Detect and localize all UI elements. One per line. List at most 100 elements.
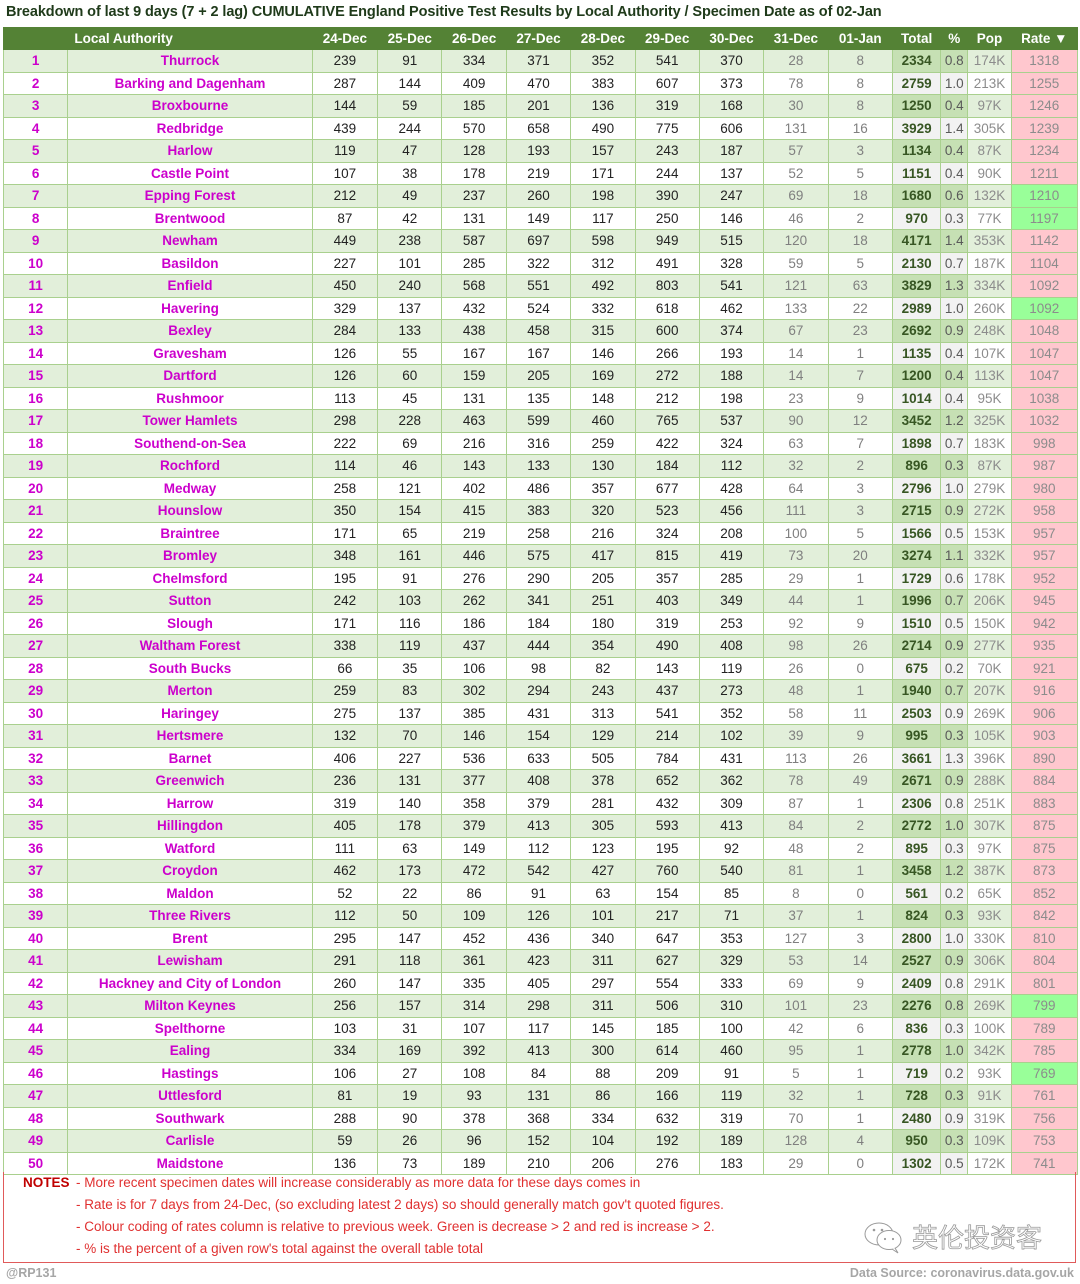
header-day[interactable]: 27-Dec xyxy=(505,27,572,50)
local-authority-name: Epping Forest xyxy=(67,184,313,208)
lag-day-value: 120 xyxy=(763,229,829,253)
day-value: 129 xyxy=(570,724,636,748)
day-value: 350 xyxy=(311,499,379,523)
header-day[interactable]: 28-Dec xyxy=(570,27,636,50)
rate-cell: 799 xyxy=(1010,994,1079,1018)
day-value: 244 xyxy=(377,116,443,140)
header-day[interactable]: 24-Dec xyxy=(311,27,379,50)
header-day[interactable]: 26-Dec xyxy=(441,27,507,50)
rate-cell: 1255 xyxy=(1010,71,1079,95)
day-value: 140 xyxy=(377,791,443,815)
total-cell: 1200 xyxy=(891,364,942,388)
header-day[interactable]: 30-Dec xyxy=(698,27,765,50)
percent-cell: 1.0 xyxy=(940,926,969,950)
table-row: 7 Epping Forest 212 49 237 260 198 390 247 69 18 16… xyxy=(2,184,1079,208)
table-row: 9 Newham 449 238 587 697 598 949 515 120 18 4171 1.4… xyxy=(2,229,1079,253)
total-cell: 4171 xyxy=(891,229,942,253)
lag-day-value: 14 xyxy=(763,364,829,388)
day-value: 291 xyxy=(311,949,379,973)
day-value: 490 xyxy=(634,634,700,658)
total-cell: 2503 xyxy=(891,701,942,725)
day-value: 198 xyxy=(698,386,765,410)
day-value: 361 xyxy=(441,949,507,973)
day-value: 98 xyxy=(505,656,572,680)
day-value: 107 xyxy=(311,161,379,185)
day-value: 126 xyxy=(505,904,572,928)
population-cell: 70K xyxy=(967,656,1012,680)
note-line: - Rate is for 7 days from 24-Dec, (so ex… xyxy=(76,1197,724,1212)
header-day-lag[interactable]: 31-Dec xyxy=(763,27,829,50)
day-value: 184 xyxy=(505,611,572,635)
population-cell: 93K xyxy=(967,1061,1012,1085)
population-cell: 207K xyxy=(967,679,1012,703)
day-value: 117 xyxy=(505,1016,572,1040)
local-authority-name: Thurrock xyxy=(67,49,313,73)
day-value: 486 xyxy=(505,476,572,500)
day-value: 145 xyxy=(570,1016,636,1040)
header-day-lag[interactable]: 01-Jan xyxy=(827,27,893,50)
total-cell: 1566 xyxy=(891,521,942,545)
day-value: 319 xyxy=(311,791,379,815)
day-value: 815 xyxy=(634,544,700,568)
lag-day-value: 0 xyxy=(827,881,893,905)
day-value: 378 xyxy=(570,769,636,793)
day-value: 86 xyxy=(570,1084,636,1108)
percent-cell: 1.3 xyxy=(940,274,969,298)
rate-cell: 1210 xyxy=(1010,184,1079,208)
lag-day-value: 87 xyxy=(763,791,829,815)
day-value: 148 xyxy=(570,386,636,410)
total-cell: 1729 xyxy=(891,566,942,590)
day-value: 456 xyxy=(698,499,765,523)
header-day[interactable]: 25-Dec xyxy=(377,27,443,50)
total-cell: 728 xyxy=(891,1084,942,1108)
day-value: 305 xyxy=(570,814,636,838)
header-rate-sorted-desc[interactable]: Rate ▼ xyxy=(1010,27,1079,50)
day-value: 106 xyxy=(311,1061,379,1085)
lag-day-value: 98 xyxy=(763,634,829,658)
day-value: 144 xyxy=(311,94,379,118)
day-value: 309 xyxy=(698,791,765,815)
rate-cell: 998 xyxy=(1010,431,1079,455)
day-value: 219 xyxy=(441,521,507,545)
table-row: 37 Croydon 462 173 472 542 427 760 540 81 1 3458 1.2… xyxy=(2,859,1079,883)
total-cell: 2778 xyxy=(891,1039,942,1063)
day-value: 437 xyxy=(441,634,507,658)
header-percent[interactable]: % xyxy=(940,27,969,50)
lag-day-value: 5 xyxy=(827,251,893,275)
lag-day-value: 8 xyxy=(827,71,893,95)
header-day[interactable]: 29-Dec xyxy=(634,27,700,50)
day-value: 298 xyxy=(505,994,572,1018)
population-cell: 305K xyxy=(967,116,1012,140)
total-cell: 3829 xyxy=(891,274,942,298)
day-value: 540 xyxy=(698,859,765,883)
table-row: 33 Greenwich 236 131 377 408 378 652 362 78 49 2671… xyxy=(2,769,1079,793)
header-local-authority[interactable]: Local Authority xyxy=(67,27,313,50)
day-value: 405 xyxy=(505,971,572,995)
population-cell: 91K xyxy=(967,1084,1012,1108)
population-cell: 353K xyxy=(967,229,1012,253)
header-total[interactable]: Total xyxy=(891,27,942,50)
day-value: 431 xyxy=(505,701,572,725)
lag-day-value: 11 xyxy=(827,701,893,725)
population-cell: 251K xyxy=(967,791,1012,815)
table-row: 20 Medway 258 121 402 486 357 677 428 64 3 2796 1.0 2… xyxy=(2,476,1079,500)
day-value: 256 xyxy=(311,994,379,1018)
lag-day-value: 1 xyxy=(827,904,893,928)
day-value: 219 xyxy=(505,161,572,185)
day-value: 205 xyxy=(505,364,572,388)
rank-cell: 43 xyxy=(2,994,69,1018)
day-value: 83 xyxy=(377,679,443,703)
percent-cell: 0.9 xyxy=(940,949,969,973)
day-value: 335 xyxy=(441,971,507,995)
day-value: 452 xyxy=(441,926,507,950)
day-value: 298 xyxy=(311,409,379,433)
day-value: 166 xyxy=(634,1084,700,1108)
day-value: 137 xyxy=(377,296,443,320)
rank-cell: 2 xyxy=(2,71,69,95)
header-pop[interactable]: Pop xyxy=(967,27,1012,50)
day-value: 415 xyxy=(441,499,507,523)
day-value: 390 xyxy=(634,184,700,208)
percent-cell: 0.4 xyxy=(940,386,969,410)
day-value: 137 xyxy=(698,161,765,185)
table-row: 23 Bromley 348 161 446 575 417 815 419 73 20 3274 1.… xyxy=(2,544,1079,568)
